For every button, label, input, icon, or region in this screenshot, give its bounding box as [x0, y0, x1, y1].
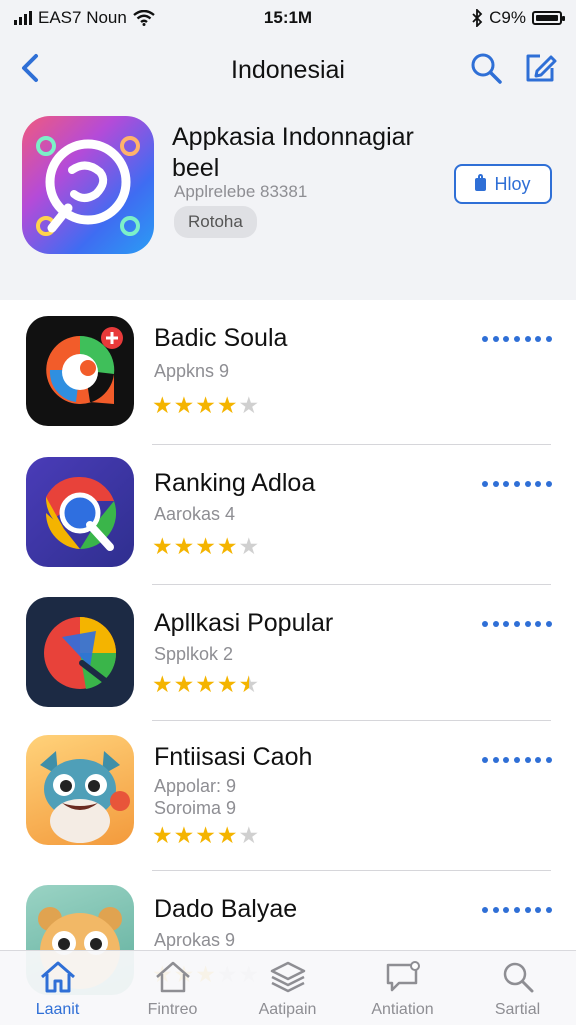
more-options-button[interactable]	[482, 334, 552, 344]
star-icon: ★	[173, 392, 195, 418]
star-icon: ★	[195, 392, 216, 418]
tab-label: Aatipain	[258, 1001, 317, 1018]
app-icon-chrome[interactable]	[26, 457, 134, 567]
star-icon: ★	[173, 822, 195, 848]
shopping-bag-icon	[475, 173, 487, 191]
tab-today[interactable]: Laanit	[0, 951, 115, 1025]
battery-icon	[532, 11, 565, 25]
star-icon: ★	[195, 533, 216, 559]
star-icon: ★	[216, 392, 238, 418]
search-icon	[503, 962, 534, 993]
app-subtitle: Appkns 9	[154, 361, 230, 381]
star-icon: ★	[216, 533, 238, 559]
featured-app-card[interactable]: Appkasia Indonnagiar beel Applrelebe 833…	[0, 102, 576, 300]
battery-percent: C9%	[489, 8, 526, 27]
star-icon: ★	[152, 671, 173, 697]
star-icon: ★	[238, 822, 260, 848]
featured-app-tag: Rotoha	[174, 206, 257, 238]
app-name: Badic Soula	[154, 324, 288, 352]
tab-label: Antiation	[371, 1001, 434, 1018]
app-subtitle-secondary: Soroima 9	[154, 798, 237, 818]
app-subtitle: Aarokas 4	[154, 504, 236, 524]
tab-apps[interactable]: Aatipain	[230, 951, 345, 1025]
divider	[152, 870, 551, 871]
compose-icon[interactable]	[520, 48, 560, 88]
more-options-button[interactable]	[482, 479, 552, 489]
more-options-button[interactable]	[482, 905, 552, 915]
star-rating: ★★★★★	[152, 394, 259, 417]
star-icon: ★	[173, 533, 195, 559]
app-icon-photos[interactable]	[26, 597, 134, 707]
tab-featured[interactable]: Fintreo	[115, 951, 230, 1025]
star-rating: ★★★★★	[152, 673, 259, 696]
home-icon	[41, 961, 75, 993]
app-subtitle: Aprokas 9	[154, 930, 236, 950]
app-subtitle: Spplkok 2	[154, 644, 234, 664]
get-button-label: Hloy	[494, 173, 531, 194]
bluetooth-icon	[472, 9, 483, 27]
tab-label: Laanit	[35, 1001, 80, 1018]
status-bar: EAS7 Noun 15:1M C9%	[0, 0, 576, 36]
featured-app-icon[interactable]	[22, 116, 154, 254]
star-icon: ★	[173, 671, 195, 697]
divider	[152, 584, 551, 585]
more-options-button[interactable]	[482, 755, 552, 765]
star-rating: ★★★★★	[152, 824, 259, 847]
star-icon: ★	[238, 392, 260, 418]
get-button[interactable]: Hloy	[454, 164, 552, 204]
message-icon	[386, 961, 420, 992]
app-name: Ranking Adloa	[154, 469, 316, 497]
star-icon: ★	[216, 671, 238, 697]
navigation-bar: Indonesiai	[0, 36, 576, 102]
star-icon: ★	[238, 671, 260, 697]
star-icon: ★	[195, 822, 216, 848]
app-icon-character[interactable]	[26, 735, 134, 845]
star-icon: ★	[195, 671, 216, 697]
tab-updates[interactable]: Antiation	[345, 951, 460, 1025]
tab-label: Sartial	[494, 1001, 541, 1018]
home-outline-icon	[156, 961, 190, 993]
app-name: Dado Balyae	[154, 895, 298, 923]
divider	[152, 444, 551, 445]
star-icon: ★	[152, 822, 173, 848]
tab-label: Fintreo	[147, 1001, 198, 1018]
tab-search[interactable]: Sartial	[460, 951, 575, 1025]
app-subtitle: Appolar: 9	[154, 776, 237, 796]
star-icon: ★	[238, 533, 260, 559]
star-rating: ★★★★★	[152, 535, 259, 558]
star-icon: ★	[152, 533, 173, 559]
tab-bar: Laanit Fintreo Aatipain Antiation Sartia…	[0, 950, 576, 1025]
featured-app-title: Appkasia Indonnagiar beel	[172, 123, 414, 182]
status-right: C9%	[471, 8, 565, 28]
featured-app-subtitle: Applrelebe 83381	[174, 182, 308, 201]
stack-icon	[270, 961, 306, 993]
more-options-button[interactable]	[482, 619, 552, 629]
app-name: Apllkasi Popular	[154, 609, 334, 637]
app-icon-chat[interactable]	[26, 316, 134, 426]
star-icon: ★	[152, 392, 173, 418]
search-icon[interactable]	[468, 50, 504, 86]
divider	[152, 720, 551, 721]
star-icon: ★	[216, 822, 238, 848]
app-name: Fntiisasi Caoh	[154, 743, 313, 771]
